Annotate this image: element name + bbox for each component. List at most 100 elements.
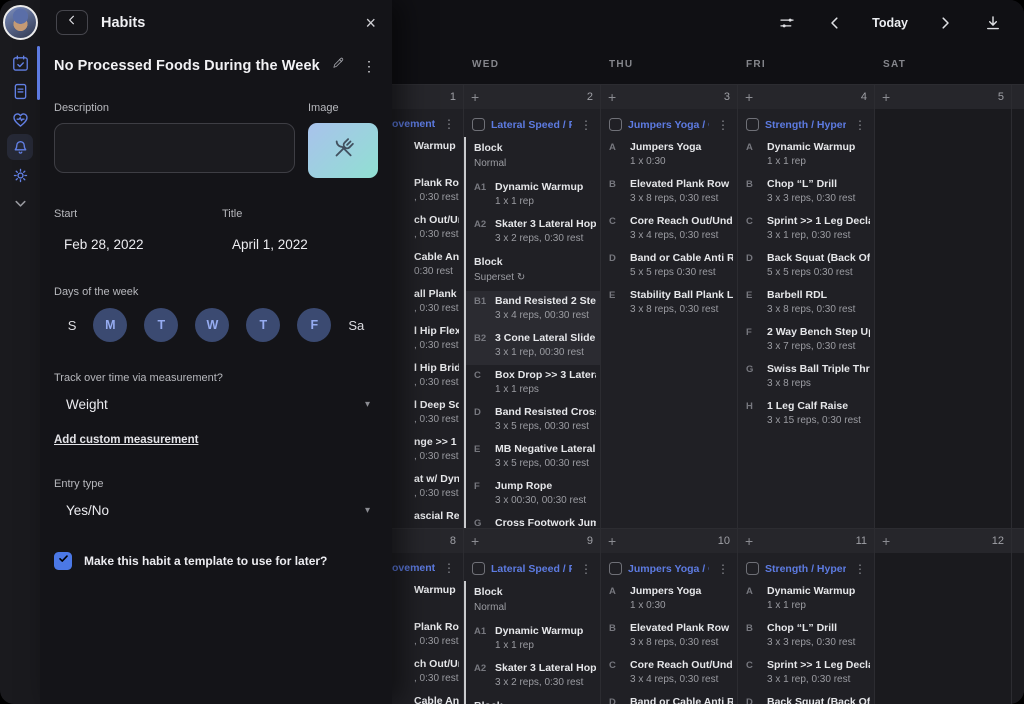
workout-checkbox[interactable] [609,118,622,131]
rail-heart-pulse-icon[interactable] [7,106,33,132]
workout-checkbox[interactable] [746,562,759,575]
rail-bell-icon[interactable] [7,134,33,160]
exercise-item[interactable]: A2Skater 3 Lateral Hops >> ...3 x 2 reps… [466,214,600,251]
exercise-item[interactable]: A2Skater 3 Lateral Hops >> ...3 x 2 reps… [466,658,600,695]
add-workout-button[interactable]: + [745,534,757,548]
user-avatar[interactable] [3,5,38,40]
exercise-item[interactable]: CCore Reach Out/Under3 x 4 reps, 0:30 re… [601,211,737,248]
add-workout-button[interactable]: + [471,90,483,104]
habit-menu-button[interactable]: ⋮ [362,59,376,73]
day-chip-w[interactable]: W [195,308,229,342]
next-week-button[interactable] [932,10,958,36]
day-chip-f[interactable]: F [297,308,331,342]
workout-checkbox[interactable] [609,562,622,575]
calendar-day-cell[interactable]: +5 [875,85,1012,528]
exercise-item[interactable]: CSprint >> 1 Leg Declarations3 x 1 rep, … [738,655,874,692]
exercise-item[interactable]: ADynamic Warmup1 x 1 rep [738,581,874,618]
calendar-day-cell[interactable]: +3Jumpers Yoga / Core⋮AJumpers Yoga1 x 0… [601,85,738,528]
template-checkbox[interactable] [54,552,72,570]
exercise-item[interactable]: DBand Resisted Crossover...3 x 5 reps, 0… [466,402,600,439]
day-chip-t[interactable]: T [246,308,280,342]
exercise-item[interactable]: EStability Ball Plank Linear ...3 x 8 re… [601,285,737,322]
workout-menu-button[interactable]: ⋮ [715,563,731,575]
workout-title-row[interactable]: Strength / Hypertro...⋮ [738,556,874,581]
workout-menu-button[interactable]: ⋮ [852,563,868,575]
add-workout-button[interactable]: + [608,90,620,104]
calendar-day-cell[interactable]: +2Lateral Speed / Plyo⋮BlockNormalA1Dyna… [464,85,601,528]
exercise-item[interactable]: GCross Footwork Jump Rope3 x 00:30, 00:3… [466,513,600,528]
description-input[interactable] [54,123,295,173]
measurement-select[interactable]: Weight ▾ [66,397,370,412]
calendar-cell-sliver [1012,529,1024,704]
workout-menu-button[interactable]: ⋮ [441,118,457,130]
exercise-item[interactable]: DBack Squat (Back Off Set)5 x 5 reps 0:3… [738,248,874,285]
workout-title-row[interactable]: Lateral Speed / Plyo⋮ [464,556,600,581]
back-button[interactable] [56,10,88,35]
download-button[interactable] [980,10,1006,36]
workout-title-row[interactable]: Lateral Speed / Plyo⋮ [464,112,600,137]
workout-checkbox[interactable] [472,562,485,575]
exercise-item[interactable]: B23 Cone Lateral Slide3 x 1 rep, 00:30 r… [466,328,600,365]
workout-title-row[interactable]: Jumpers Yoga / Core⋮ [601,112,737,137]
workout-menu-button[interactable]: ⋮ [578,563,594,575]
calendar-day-cell[interactable]: +11Strength / Hypertro...⋮ADynamic Warmu… [738,529,875,704]
workout-checkbox[interactable] [472,118,485,131]
exercise-item[interactable]: A1Dynamic Warmup1 x 1 rep [466,621,600,658]
close-button[interactable]: × [365,14,376,32]
start-date-value[interactable]: Feb 28, 2022 [64,237,222,252]
filter-button[interactable] [774,10,800,36]
entry-type-select[interactable]: Yes/No ▾ [66,503,370,518]
day-chip-sa[interactable]: Sa [348,318,364,333]
workout-checkbox[interactable] [746,118,759,131]
habit-image-tile[interactable] [308,123,378,178]
workout-menu-button[interactable]: ⋮ [441,562,457,574]
rail-chevron-down-icon[interactable] [7,190,33,216]
exercise-item[interactable]: CCore Reach Out/Under3 x 4 reps, 0:30 re… [601,655,737,692]
add-custom-measurement-link[interactable]: Add custom measurement [54,434,198,446]
add-workout-button[interactable]: + [882,90,894,104]
calendar-day-cell[interactable]: +10Jumpers Yoga / Core⋮AJumpers Yoga1 x … [601,529,738,704]
today-button[interactable]: Today [870,16,910,30]
exercise-item[interactable]: DBand or Cable Anti Rotati...5 x 5 reps … [601,692,737,704]
add-workout-button[interactable]: + [745,90,757,104]
exercise-item[interactable]: H1 Leg Calf Raise3 x 15 reps, 0:30 rest [738,396,874,433]
calendar-day-cell[interactable]: +9Lateral Speed / Plyo⋮BlockNormalA1Dyna… [464,529,601,704]
exercise-item[interactable]: CBox Drop >> 3 Lateral H...1 x 1 reps [466,365,600,402]
exercise-item[interactable]: AJumpers Yoga1 x 0:30 [601,581,737,618]
edit-pencil-icon[interactable] [331,56,345,75]
day-chip-s[interactable]: S [68,318,77,333]
exercise-item[interactable]: CSprint >> 1 Leg Declarations3 x 1 rep, … [738,211,874,248]
workout-menu-button[interactable]: ⋮ [715,119,731,131]
prev-week-button[interactable] [822,10,848,36]
exercise-item[interactable]: BChop “L” Drill3 x 3 reps, 0:30 rest [738,618,874,655]
exercise-item[interactable]: A1Dynamic Warmup1 x 1 rep [466,177,600,214]
workout-title-row[interactable]: Strength / Hypertro...⋮ [738,112,874,137]
exercise-item[interactable]: GSwiss Ball Triple Threat3 x 8 reps [738,359,874,396]
exercise-item[interactable]: BElevated Plank Row3 x 8 reps, 0:30 rest [601,174,737,211]
exercise-item[interactable]: FJump Rope3 x 00:30, 00:30 rest [466,476,600,513]
calendar-day-cell[interactable]: +12 [875,529,1012,704]
exercise-item[interactable]: EMB Negative Lateral Hop...3 x 5 reps, 0… [466,439,600,476]
exercise-item[interactable]: B1Band Resisted 2 Step Late...3 x 4 reps… [466,291,600,328]
add-workout-button[interactable]: + [471,534,483,548]
exercise-item[interactable]: ADynamic Warmup1 x 1 rep [738,137,874,174]
exercise-item[interactable]: DBand or Cable Anti Rotati...5 x 5 reps … [601,248,737,285]
workout-menu-button[interactable]: ⋮ [578,119,594,131]
calendar-day-cell[interactable]: +4Strength / Hypertro...⋮ADynamic Warmup… [738,85,875,528]
rail-calendar-check-icon[interactable] [7,50,33,76]
add-workout-button[interactable]: + [608,534,620,548]
day-chip-m[interactable]: M [93,308,127,342]
exercise-item[interactable]: EBarbell RDL3 x 8 reps, 0:30 rest [738,285,874,322]
exercise-item[interactable]: F2 Way Bench Step Up3 x 7 reps, 0:30 res… [738,322,874,359]
end-date-value[interactable]: April 1, 2022 [232,237,390,252]
exercise-item[interactable]: DBack Squat (Back Off Set)5 x 5 reps 0:3… [738,692,874,704]
exercise-item[interactable]: AJumpers Yoga1 x 0:30 [601,137,737,174]
add-workout-button[interactable]: + [882,534,894,548]
workout-menu-button[interactable]: ⋮ [852,119,868,131]
rail-gear-icon[interactable] [7,162,33,188]
workout-title-row[interactable]: Jumpers Yoga / Core⋮ [601,556,737,581]
exercise-item[interactable]: BElevated Plank Row3 x 8 reps, 0:30 rest [601,618,737,655]
exercise-item[interactable]: BChop “L” Drill3 x 3 reps, 0:30 rest [738,174,874,211]
rail-document-icon[interactable] [7,78,33,104]
day-chip-t[interactable]: T [144,308,178,342]
